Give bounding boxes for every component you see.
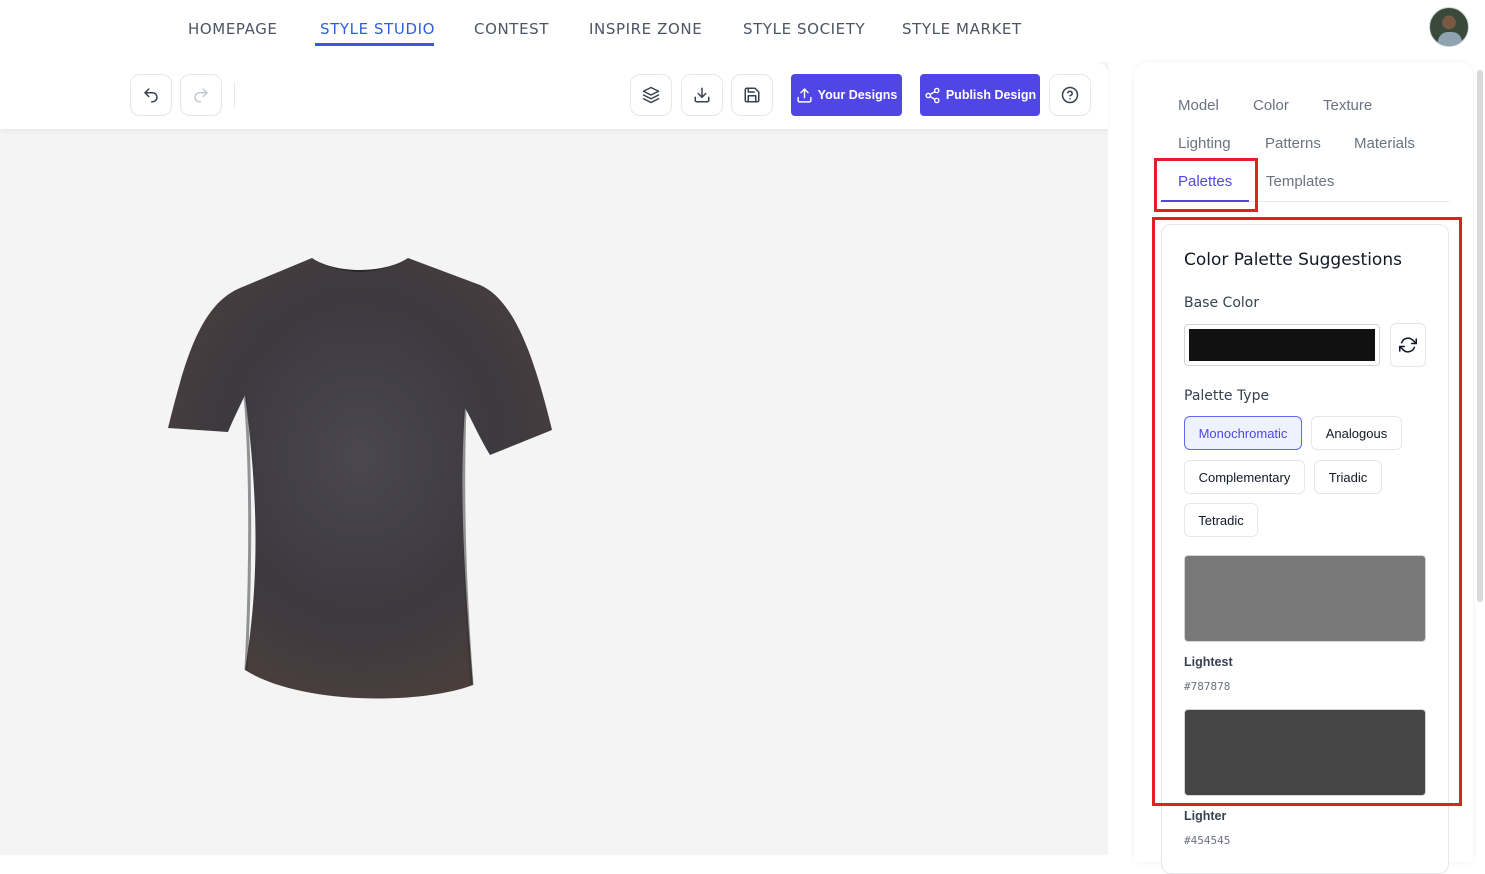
base-color-picker[interactable] (1184, 324, 1380, 366)
publish-design-button[interactable]: Publish Design (920, 74, 1040, 116)
palette-type-monochromatic[interactable]: Monochromatic (1184, 416, 1302, 450)
layers-icon (642, 86, 660, 104)
refresh-icon (1399, 337, 1417, 353)
swatch-hex: #787878 (1184, 680, 1231, 693)
tab-model[interactable]: Model (1178, 97, 1219, 114)
palette-type-analogous[interactable]: Analogous (1311, 416, 1402, 450)
nav-active-indicator (315, 43, 434, 46)
publish-design-label: Publish Design (945, 88, 1037, 102)
tab-lighting[interactable]: Lighting (1178, 135, 1231, 152)
undo-button[interactable] (130, 74, 172, 116)
your-designs-label: Your Designs (817, 88, 898, 102)
top-navigation: HOMEPAGE STYLE STUDIO CONTEST INSPIRE ZO… (0, 0, 1485, 52)
help-icon (1061, 86, 1079, 104)
refresh-palette-button[interactable] (1390, 323, 1426, 367)
download-button[interactable] (681, 74, 723, 116)
palette-swatch-lightest[interactable] (1184, 555, 1426, 642)
panel-scrollbar[interactable] (1477, 70, 1483, 602)
nav-contest[interactable]: CONTEST (474, 20, 549, 38)
upload-icon (797, 87, 812, 103)
palette-swatch-lighter[interactable] (1184, 709, 1426, 796)
nav-style-studio[interactable]: STYLE STUDIO (320, 20, 435, 38)
swatch-hex: #454545 (1184, 834, 1231, 847)
tab-materials[interactable]: Materials (1354, 135, 1415, 152)
save-icon (744, 87, 760, 103)
download-icon (694, 87, 710, 103)
base-color-label: Base Color (1184, 295, 1260, 311)
palette-card-title: Color Palette Suggestions (1184, 250, 1402, 270)
palette-type-complementary[interactable]: Complementary (1184, 460, 1305, 494)
active-tab-indicator (1161, 200, 1249, 202)
palette-type-label: Palette Type (1184, 388, 1270, 404)
swatch-name: Lightest (1184, 655, 1233, 669)
tab-patterns[interactable]: Patterns (1265, 135, 1321, 152)
undo-icon (144, 88, 158, 103)
nav-style-market[interactable]: STYLE MARKET (902, 20, 1022, 38)
nav-style-society[interactable]: STYLE SOCIETY (743, 20, 865, 38)
redo-button[interactable] (180, 74, 222, 116)
your-designs-button[interactable]: Your Designs (791, 74, 902, 116)
layers-button[interactable] (630, 74, 672, 116)
tab-palettes[interactable]: Palettes (1178, 173, 1232, 190)
avatar[interactable] (1429, 7, 1469, 47)
help-button[interactable] (1049, 74, 1091, 116)
editor-toolbar: Your Designs Publish Design (0, 62, 1108, 129)
tab-color[interactable]: Color (1253, 97, 1289, 114)
palette-type-triadic[interactable]: Triadic (1314, 460, 1382, 494)
nav-inspire-zone[interactable]: INSPIRE ZONE (589, 20, 702, 38)
share-icon (925, 87, 940, 103)
tshirt-3d-model[interactable] (160, 250, 560, 710)
redo-icon (194, 88, 208, 103)
tab-texture[interactable]: Texture (1323, 97, 1372, 114)
base-color-fill (1189, 329, 1375, 361)
swatch-name: Lighter (1184, 809, 1227, 823)
palette-type-tetradic[interactable]: Tetradic (1184, 503, 1258, 537)
save-button[interactable] (731, 74, 773, 116)
toolbar-divider (234, 82, 235, 108)
nav-homepage[interactable]: HOMEPAGE (188, 20, 278, 38)
tab-templates[interactable]: Templates (1266, 173, 1334, 190)
